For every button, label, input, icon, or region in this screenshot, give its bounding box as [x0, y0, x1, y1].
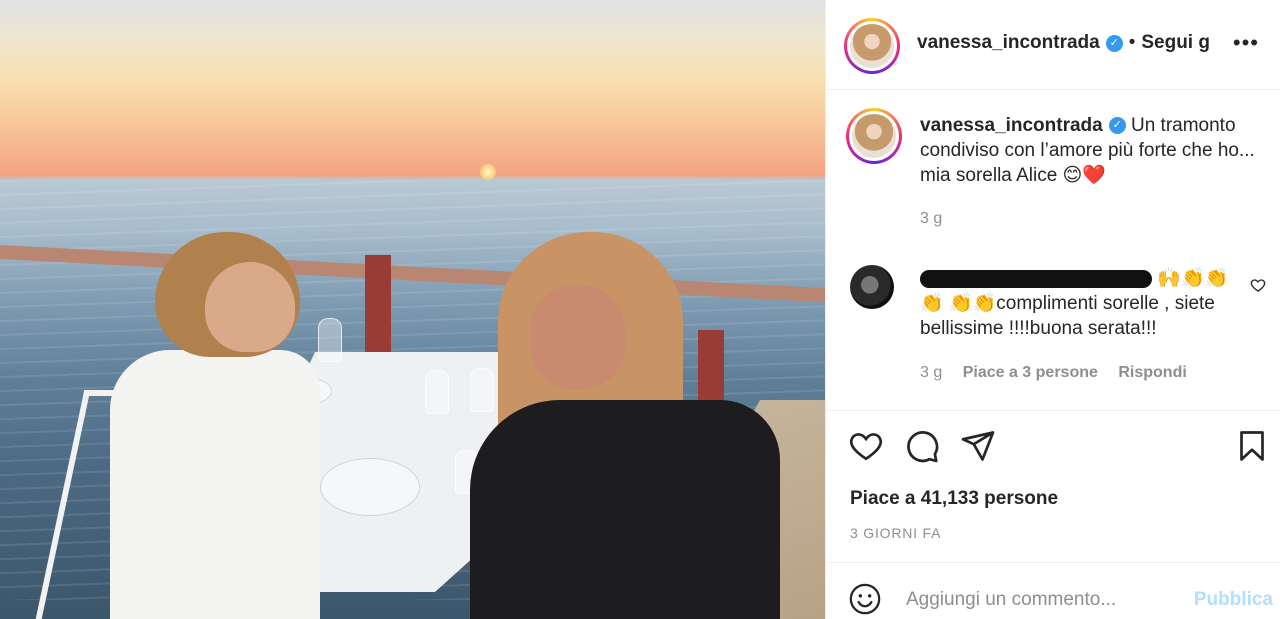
post-side-panel: vanessa_incontrada ✓ •Segui già ••• vaness… [825, 0, 1280, 619]
comment-likes[interactable]: Piace a 3 persone [963, 364, 1098, 381]
glass [318, 318, 342, 362]
plate [320, 458, 420, 516]
verified-badge-icon: ✓ [1105, 35, 1123, 53]
comment-time[interactable]: 3 g [920, 364, 942, 381]
caption-time[interactable]: 3 g [920, 210, 942, 228]
avatar-image [850, 24, 894, 68]
glass [425, 370, 449, 414]
redacted-username [920, 269, 1152, 288]
person-left-body [110, 350, 320, 619]
comment: 🙌👏👏👏 👏👏complimenti sorelle , siete belli… [920, 266, 1250, 341]
add-comment-bar: Pubblica [826, 562, 1280, 619]
commenter-avatar[interactable] [850, 265, 894, 309]
send-icon[interactable] [960, 428, 996, 464]
glass [470, 368, 494, 412]
post-header: vanessa_incontrada ✓ •Segui già ••• [826, 0, 1280, 90]
caption-avatar[interactable] [846, 108, 902, 164]
author-avatar[interactable] [844, 18, 900, 74]
person-left-face [205, 262, 295, 352]
comment-icon[interactable] [904, 428, 940, 464]
post-photo[interactable] [0, 0, 825, 619]
sun [480, 164, 496, 180]
post-actions [848, 428, 1268, 468]
comment-input[interactable] [906, 583, 1166, 617]
person-right-face [530, 285, 625, 390]
follow-button[interactable]: Segui già [1141, 32, 1211, 54]
likes-count[interactable]: Piace a 41,133 persone [850, 488, 1058, 510]
header-author-line: vanessa_incontrada ✓ •Segui già [917, 32, 1211, 54]
bookmark-icon[interactable] [1234, 428, 1270, 464]
caption-username[interactable]: vanessa_incontrada [920, 115, 1103, 136]
verified-badge-icon: ✓ [1108, 117, 1126, 135]
comment-like-heart-icon[interactable] [1250, 277, 1266, 293]
person-right-body [470, 400, 780, 619]
railing-post [365, 255, 391, 355]
post-date[interactable]: 3 GIORNI FA [850, 525, 941, 541]
more-horizontal-icon[interactable]: ••• [1233, 30, 1259, 56]
header-username[interactable]: vanessa_incontrada [917, 32, 1100, 53]
comment-meta: 3 g Piace a 3 persone Rispondi [920, 364, 1203, 382]
divider [826, 410, 1280, 411]
header-separator: • [1128, 32, 1136, 53]
comment-text: 👏👏complimenti sorelle , siete bellissime… [920, 293, 1215, 339]
heart-icon[interactable] [848, 428, 884, 464]
smiley-icon[interactable] [848, 582, 882, 616]
caption-text-block: vanessa_incontrada ✓ Un tramonto condivis… [920, 113, 1260, 188]
avatar-image [852, 114, 896, 158]
publish-button[interactable]: Pubblica [1194, 589, 1273, 611]
reply-button[interactable]: Rispondi [1118, 364, 1186, 381]
